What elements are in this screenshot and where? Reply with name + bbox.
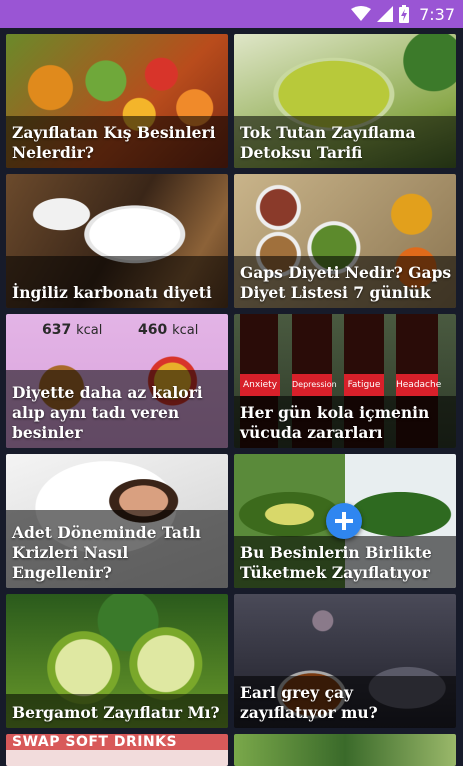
status-icons: 7:37 [351, 0, 455, 28]
banner-text: SWAP SOFT DRINKS [12, 734, 178, 750]
article-title: İngiliz karbonatı diyeti [12, 283, 212, 302]
article-title: Tok Tutan Zayıflama Detoksu Tarifi [240, 123, 416, 162]
kcal-label-right: 460 kcal [138, 322, 199, 338]
article-image [234, 734, 456, 766]
article-title: Diyette daha az kalori alıp aynı tadı ve… [12, 383, 203, 442]
article-card[interactable]: Zayıflatan Kış Besinleri Nelerdir? [6, 34, 228, 168]
signal-icon [377, 6, 394, 22]
bottle-label: Fatigue [344, 374, 384, 396]
article-card[interactable]: Anxiety Depression Fatigue Headache Her … [234, 314, 456, 448]
article-title: Bergamot Zayıflatır Mı? [12, 703, 220, 722]
article-card[interactable]: Bergamot Zayıflatır Mı? [6, 594, 228, 728]
bottle-label: Headache [396, 374, 441, 396]
article-card[interactable]: SWAP SOFT DRINKS [6, 734, 228, 766]
article-title: Gaps Diyeti Nedir? Gaps Diyet Listesi 7 … [240, 263, 452, 302]
article-card[interactable]: Adet Döneminde Tatlı Krizleri Nasıl Enge… [6, 454, 228, 588]
status-bar: 7:37 [0, 0, 463, 28]
kcal-label-left: 637 kcal [42, 322, 103, 338]
clock: 7:37 [419, 4, 455, 24]
article-card[interactable]: İngiliz karbonatı diyeti [6, 174, 228, 308]
bottle-label: Depression [292, 374, 337, 396]
plus-icon [335, 512, 353, 530]
article-title: Zayıflatan Kış Besinleri Nelerdir? [12, 123, 216, 162]
article-card[interactable]: Tok Tutan Zayıflama Detoksu Tarifi [234, 34, 456, 168]
battery-charging-icon [399, 5, 410, 23]
wifi-icon [351, 6, 372, 21]
bottle-label: Anxiety [240, 374, 280, 396]
article-card[interactable] [234, 734, 456, 766]
article-card[interactable]: Earl grey çay zayıflatıyor mu? [234, 594, 456, 728]
article-title: Adet Döneminde Tatlı Krizleri Nasıl Enge… [12, 523, 201, 582]
article-title: Her gün kola içmenin vücuda zararları [240, 403, 430, 442]
article-title: Earl grey çay zayıflatıyor mu? [240, 683, 378, 722]
article-card[interactable]: 637 kcal 460 kcal Diyette daha az kalori… [6, 314, 228, 448]
add-button[interactable] [326, 503, 362, 539]
article-grid: Zayıflatan Kış Besinleri Nelerdir? Tok T… [0, 28, 463, 766]
article-card[interactable]: Gaps Diyeti Nedir? Gaps Diyet Listesi 7 … [234, 174, 456, 308]
article-title: Bu Besinlerin Birlikte Tüketmek Zayıflat… [240, 543, 432, 582]
